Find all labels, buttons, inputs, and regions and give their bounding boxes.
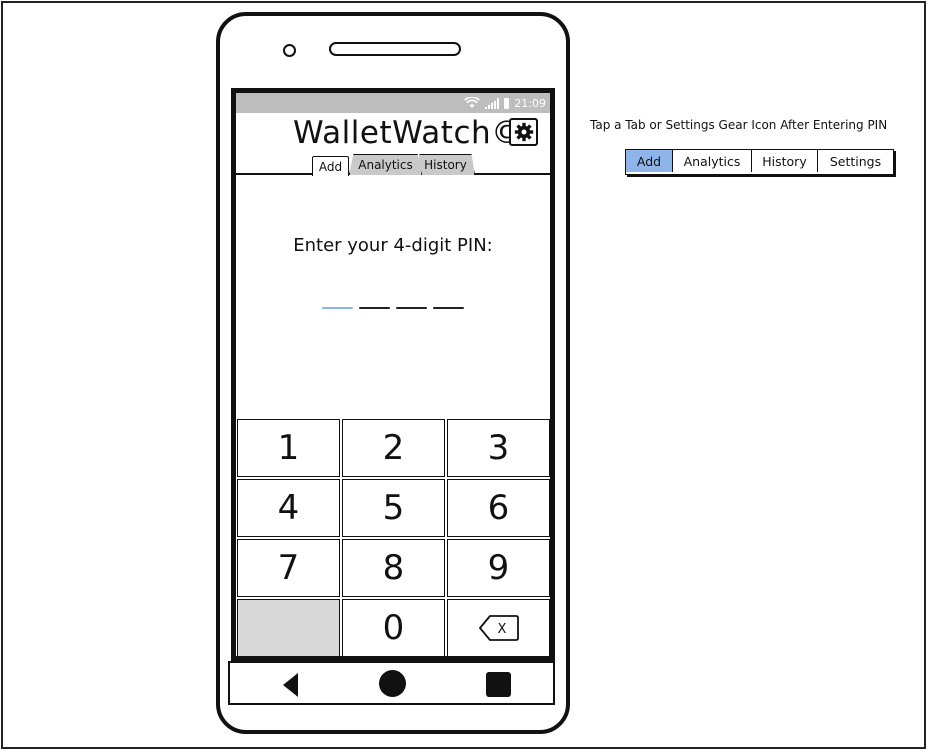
signal-icon: [485, 97, 500, 109]
backspace-label: X: [497, 622, 506, 637]
pin-prompt: Enter your 4-digit PIN:: [293, 235, 493, 256]
key-4[interactable]: 4: [237, 479, 340, 537]
annotation-button-analytics[interactable]: Analytics: [673, 150, 752, 172]
system-nav-bar: [228, 661, 555, 705]
back-triangle-icon[interactable]: [283, 673, 298, 697]
annotation-button-bar: Add Analytics History Settings: [625, 149, 894, 175]
numeric-keypad: 1 2 3 4 5 6 7 8 9 0 X: [237, 419, 550, 656]
tab-bar: History Analytics Add: [312, 150, 482, 176]
tab-add[interactable]: Add: [312, 156, 349, 176]
key-6[interactable]: 6: [447, 479, 550, 537]
gear-icon: [514, 122, 533, 142]
battery-icon: [504, 97, 510, 109]
tab-add-label: Add: [318, 159, 343, 174]
settings-button[interactable]: [509, 118, 538, 146]
pin-digit-slot-2: [359, 307, 390, 309]
pin-digit-slot-4: [433, 307, 464, 309]
backspace-key[interactable]: X: [447, 599, 550, 656]
key-9[interactable]: 9: [447, 539, 550, 597]
key-1[interactable]: 1: [237, 419, 340, 477]
home-circle-icon[interactable]: [379, 670, 406, 697]
backspace-icon: X: [478, 615, 519, 641]
tab-analytics[interactable]: Analytics: [349, 154, 422, 175]
annotation-hint: Tap a Tab or Settings Gear Icon After En…: [590, 118, 888, 132]
tab-analytics-label: Analytics: [358, 158, 413, 172]
tab-history-label: History: [424, 158, 467, 172]
pin-digit-slot-3: [396, 307, 427, 309]
pin-entry-field[interactable]: [322, 307, 464, 309]
app-title: WalletWatch©: [293, 115, 523, 151]
annotation-button-add[interactable]: Add: [626, 150, 673, 172]
status-bar: 21:09: [236, 93, 550, 113]
pin-digit-slot-1: [322, 307, 353, 309]
wifi-icon: [464, 97, 481, 108]
key-8[interactable]: 8: [342, 539, 445, 597]
status-time: 21:09: [514, 96, 546, 110]
recents-square-icon[interactable]: [486, 672, 511, 697]
earpiece-speaker: [329, 42, 461, 56]
phone-screen: 21:09 WalletWatch© History Analytics Add…: [231, 88, 555, 661]
key-0[interactable]: 0: [342, 599, 445, 656]
key-blank: [237, 599, 340, 656]
key-3[interactable]: 3: [447, 419, 550, 477]
front-camera: [283, 44, 296, 57]
key-5[interactable]: 5: [342, 479, 445, 537]
annotation-button-settings[interactable]: Settings: [818, 150, 893, 172]
annotation-button-history[interactable]: History: [752, 150, 818, 172]
tab-history[interactable]: History: [416, 154, 475, 175]
key-7[interactable]: 7: [237, 539, 340, 597]
key-2[interactable]: 2: [342, 419, 445, 477]
